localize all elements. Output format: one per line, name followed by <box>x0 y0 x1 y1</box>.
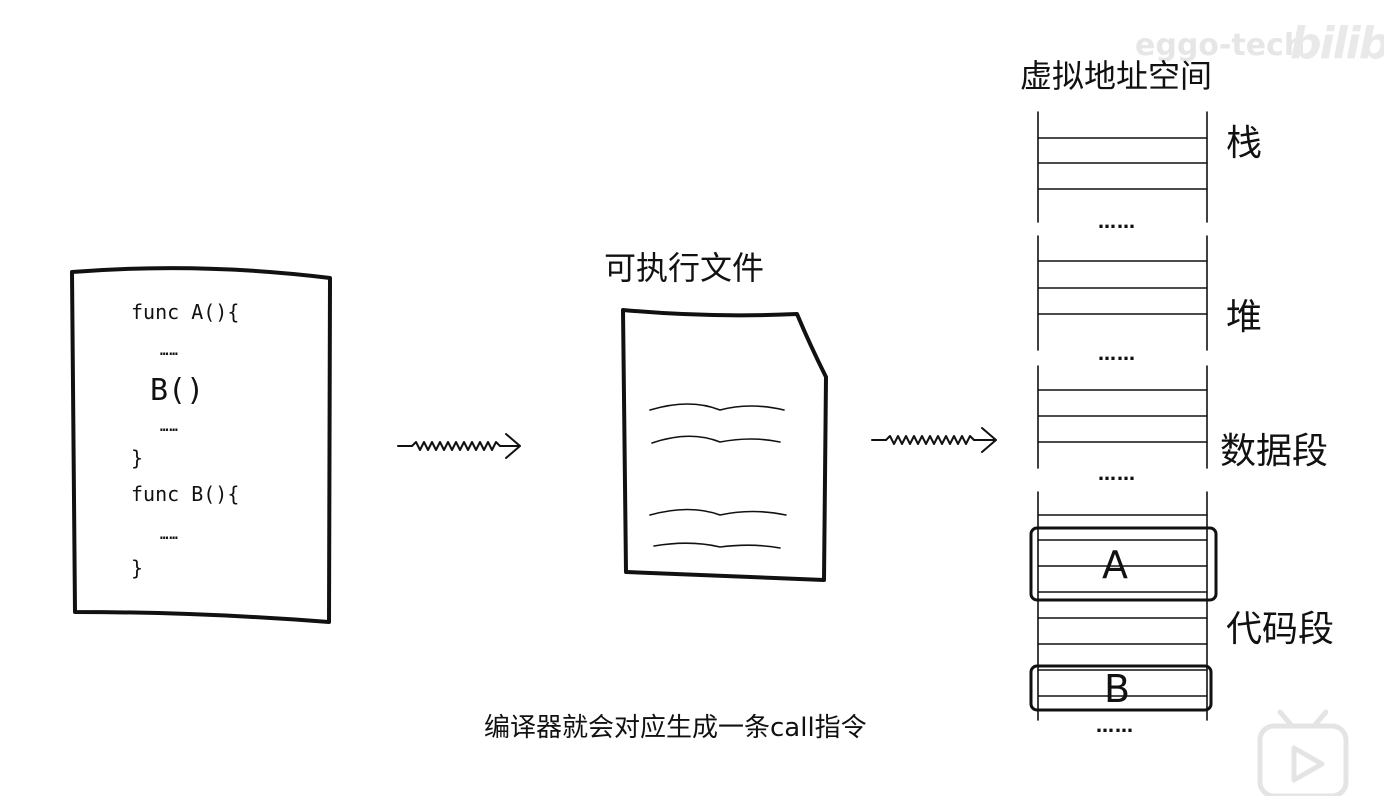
arrow-1 <box>397 433 521 459</box>
diagram-canvas <box>70 111 1349 796</box>
function-b-label: B <box>1104 667 1131 711</box>
arrow-2 <box>871 427 997 453</box>
code-line-func-a: func A(){ <box>131 300 240 324</box>
code-line-func-b: func B(){ <box>131 482 240 506</box>
heap-ellipsis: …… <box>1098 344 1136 365</box>
executable-file-icon <box>621 308 828 582</box>
video-subtitle: 编译器就会对应生成一条call指令 <box>484 713 867 743</box>
code-ellipsis: …… <box>1096 716 1134 737</box>
code-line-ellipsis: …… <box>160 343 179 359</box>
play-icon <box>1257 709 1349 796</box>
segment-label-stack: 栈 <box>1226 123 1263 164</box>
segment-label-code: 代码段 <box>1226 609 1335 650</box>
code-line-call-b: B() <box>150 373 205 408</box>
function-a-label: A <box>1102 543 1128 587</box>
code-line-ellipsis: …… <box>160 419 179 435</box>
segment-label-data: 数据段 <box>1220 431 1329 472</box>
stack-ellipsis: …… <box>1098 212 1136 233</box>
code-line-brace: } <box>131 446 144 470</box>
code-line-brace: } <box>131 556 144 580</box>
memory-title: 虚拟地址空间 <box>1020 57 1213 95</box>
code-line-ellipsis: …… <box>160 527 179 543</box>
data-ellipsis: …… <box>1098 464 1136 485</box>
executable-title: 可执行文件 <box>604 249 765 287</box>
segment-label-heap: 堆 <box>1226 297 1263 338</box>
